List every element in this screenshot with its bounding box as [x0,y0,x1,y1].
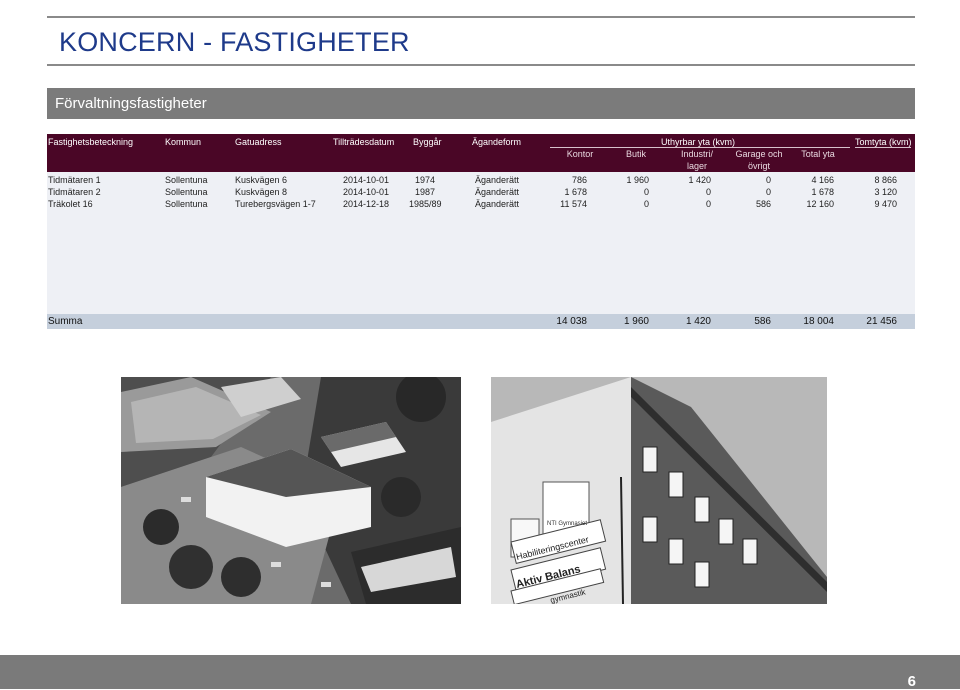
cell-kontor: 1 678 [564,187,587,197]
header-tomtyta-line [855,147,911,148]
cell-kommun: Sollentuna [165,199,208,209]
cell-kommun: Sollentuna [165,175,208,185]
building-photo-drawing: NTI Gymnasiet Habiliteringscenter Aktiv … [491,377,827,604]
sign-nti: NTI Gymnasiet [547,521,587,527]
cell-tomtyta: 8 866 [874,175,897,185]
cell-kommun: Sollentuna [165,187,208,197]
table-row: Träkolet 16 Sollentuna Turebergsvägen 1-… [47,198,915,210]
property-table: Fastighetsbeteckning Kommun Gatuadress T… [47,134,915,329]
cell-tomtyta: 9 470 [874,199,897,209]
cell-agandeform: Äganderätt [475,199,520,209]
cell-tomtyta: 3 120 [874,187,897,197]
header-agandeform: Ägandeform [472,137,522,147]
cell-fastighet: Tidmätaren 2 [48,187,101,197]
aerial-photo [121,377,461,604]
cell-gatuadress: Kuskvägen 6 [235,175,288,185]
cell-gatuadress: Kuskvägen 8 [235,187,288,197]
header-gatuadress: Gatuadress [235,137,282,147]
summary-total: 18 004 [803,316,834,327]
header-byggar: Byggår [413,137,442,147]
cell-garage: 586 [755,199,771,209]
cell-kontor: 786 [571,175,587,185]
table-row: Tidmätaren 2 Sollentuna Kuskvägen 8 2014… [47,186,915,198]
header-uthyrbar: Uthyrbar yta (kvm) [661,137,736,147]
cell-industri: 0 [705,199,711,209]
cell-butik: 1 960 [626,175,649,185]
aerial-photo-drawing [121,377,461,604]
summary-butik: 1 960 [623,316,649,327]
cell-tilltrade: 2014-12-18 [343,199,390,209]
cell-garage: 0 [765,187,771,197]
table-row: Tidmätaren 1 Sollentuna Kuskvägen 6 2014… [47,174,915,186]
cell-tilltrade: 2014-10-01 [343,187,390,197]
subheader-garage-1: Garage och [735,149,783,159]
cell-byggar: 1985/89 [409,199,442,209]
cell-butik: 0 [643,187,649,197]
summary-label: Summa [48,316,83,327]
cell-butik: 0 [643,199,649,209]
subheader-industri-2: lager [686,161,707,171]
cell-industri: 1 420 [688,175,711,185]
page-footer: 6 [0,655,960,690]
header-tomtyta: Tomtyta (kvm) [855,137,912,147]
table-header: Fastighetsbeteckning Kommun Gatuadress T… [47,134,915,172]
cell-agandeform: Äganderätt [475,175,520,185]
subheader-total: Total yta [801,149,835,159]
cell-tilltrade: 2014-10-01 [343,175,390,185]
summary-garage: 586 [754,316,771,327]
header-fastighet: Fastighetsbeteckning [48,137,134,147]
cell-total: 1 678 [811,187,834,197]
cell-byggar: 1974 [415,175,436,185]
subheader-kontor: Kontor [566,149,594,159]
cell-fastighet: Träkolet 16 [48,199,93,209]
header-kommun: Kommun [165,137,202,147]
top-rule [47,16,915,18]
summary-industri: 1 420 [685,316,711,327]
page-title: KONCERN - FASTIGHETER [59,27,410,57]
page-number: 6 [907,673,916,690]
cell-industri: 0 [705,187,711,197]
title-rule [47,64,915,66]
building-photo: NTI Gymnasiet Habiliteringscenter Aktiv … [491,377,827,604]
cell-garage: 0 [765,175,771,185]
cell-kontor: 11 574 [560,199,587,209]
summary-row: Summa 14 038 1 960 1 420 586 18 004 21 4… [47,314,915,329]
summary-kontor: 14 038 [556,316,587,327]
subheader-garage-2: övrigt [747,161,770,171]
subheader-butik: Butik [625,149,646,159]
header-tilltrade: Tillträdesdatum [333,137,395,147]
cell-total: 12 160 [806,199,834,209]
cell-agandeform: Äganderätt [475,187,520,197]
cell-gatuadress: Turebergsvägen 1-7 [235,199,316,209]
section-heading: Förvaltningsfastigheter [47,88,915,119]
subheader-industri-1: Industri/ [680,149,713,159]
cell-byggar: 1987 [415,187,436,197]
cell-total: 4 166 [811,175,834,185]
cell-fastighet: Tidmätaren 1 [48,175,101,185]
summary-tomtyta: 21 456 [866,316,897,327]
